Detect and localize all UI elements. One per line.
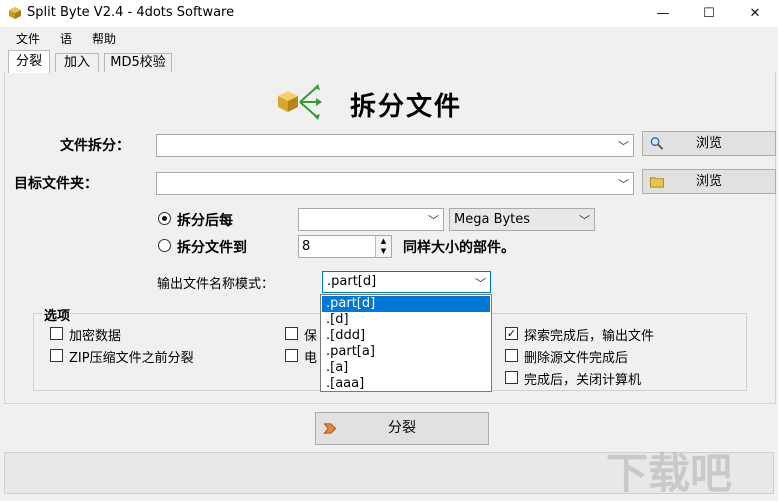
close-button[interactable]: ✕ [732,0,778,27]
options-title: 选项 [42,305,73,324]
pattern-dropdown-list: .part[d] .[d] .[ddd] .part[a] .[a] .[aaa… [320,294,492,392]
chevron-down-icon: ﹀ [618,140,629,153]
dropdown-option[interactable]: .[a] [322,360,490,376]
dropdown-option[interactable]: .part[d] [322,296,490,312]
encrypt-label: 加密数据 [69,329,122,344]
chevron-down-icon: ﹀ [618,178,629,191]
menu-file[interactable]: 文件 [16,30,40,47]
radio-split-each-label: 拆分后每 [177,213,233,229]
parts-suffix-label: 同样大小的部件。 [403,240,515,256]
dropdown-option[interactable]: .part[a] [322,344,490,360]
delete-source-label: 删除源文件完成后 [524,351,629,366]
target-folder-label: 目标文件夹： [14,176,98,192]
chevron-down-icon: ﹀ [475,277,486,290]
split-file-label: 文件拆分： [60,138,130,154]
stepper-arrows[interactable]: ▲ ▼ [375,236,391,257]
chevron-down-icon: ﹀ [428,214,439,227]
page-title: 拆分文件 [350,92,463,122]
radio-split-parts[interactable] [158,239,171,252]
size-value-combo[interactable]: ﹀ [298,208,444,231]
menu-bar: 文件 语 帮助 [0,27,778,49]
folder-icon [649,177,665,188]
parts-count-stepper[interactable]: 8 ▲ ▼ [298,235,392,258]
minimize-button[interactable]: — [640,0,686,27]
dropdown-option[interactable]: .[d] [322,312,490,328]
dropdown-option[interactable]: .[aaa] [322,376,490,392]
radio-split-each[interactable] [158,212,171,225]
menu-language[interactable]: 语 [60,30,72,47]
maximize-button[interactable]: ☐ [686,0,732,27]
pattern-select[interactable]: .part[d] ﹀ [322,271,491,293]
search-icon [650,137,664,150]
encrypt-checkbox[interactable] [50,327,63,340]
pattern-label: 输出文件名称模式： [157,277,275,292]
size-unit-select[interactable]: Mega Bytes ﹀ [449,208,595,231]
explore-after-label: 探索完成后，输出文件 [524,329,655,344]
tab-split[interactable]: 分裂 [8,50,50,73]
pattern-value: .part[d] [327,274,377,289]
browse-folder-label: 浏览 [695,174,722,189]
keep-label: 保 [304,329,318,344]
explore-after-checkbox[interactable]: ✓ [505,327,518,340]
split-logo-icon [278,84,322,120]
shutdown-checkbox[interactable] [505,371,518,384]
title-bar: Split Byte V2.4 - 4dots Software — ☐ ✕ [0,0,778,27]
split-button-label: 分裂 [388,420,416,436]
email-label: 电 [304,351,318,366]
split-button[interactable]: 分裂 [315,412,489,445]
radio-split-parts-label: 拆分文件到 [177,240,247,256]
menu-help[interactable]: 帮助 [92,30,116,47]
browse-file-button[interactable]: 浏览 [642,131,776,156]
zip-before-label: ZIP压缩文件之前分裂 [69,351,194,366]
app-icon [9,7,21,19]
tab-join[interactable]: 加入 [55,53,99,73]
window-title: Split Byte V2.4 - 4dots Software [27,5,235,20]
parts-count-value: 8 [302,239,311,254]
delete-source-checkbox[interactable] [505,349,518,362]
target-folder-combo[interactable]: ﹀ [156,172,634,195]
split-icon [323,423,337,434]
chevron-down-icon: ﹀ [579,214,590,227]
browse-file-label: 浏览 [695,136,722,151]
browse-folder-button[interactable]: 浏览 [642,169,776,194]
zip-before-checkbox[interactable] [50,349,63,362]
email-checkbox[interactable] [285,349,298,362]
size-unit-value: Mega Bytes [454,212,531,227]
tab-md5[interactable]: MD5校验 [104,53,172,73]
shutdown-label: 完成后，关闭计算机 [524,373,642,388]
split-file-combo[interactable]: ﹀ [156,134,634,157]
keep-checkbox[interactable] [285,327,298,340]
watermark: 下载吧 [606,449,733,498]
dropdown-option[interactable]: .[ddd] [322,328,490,344]
